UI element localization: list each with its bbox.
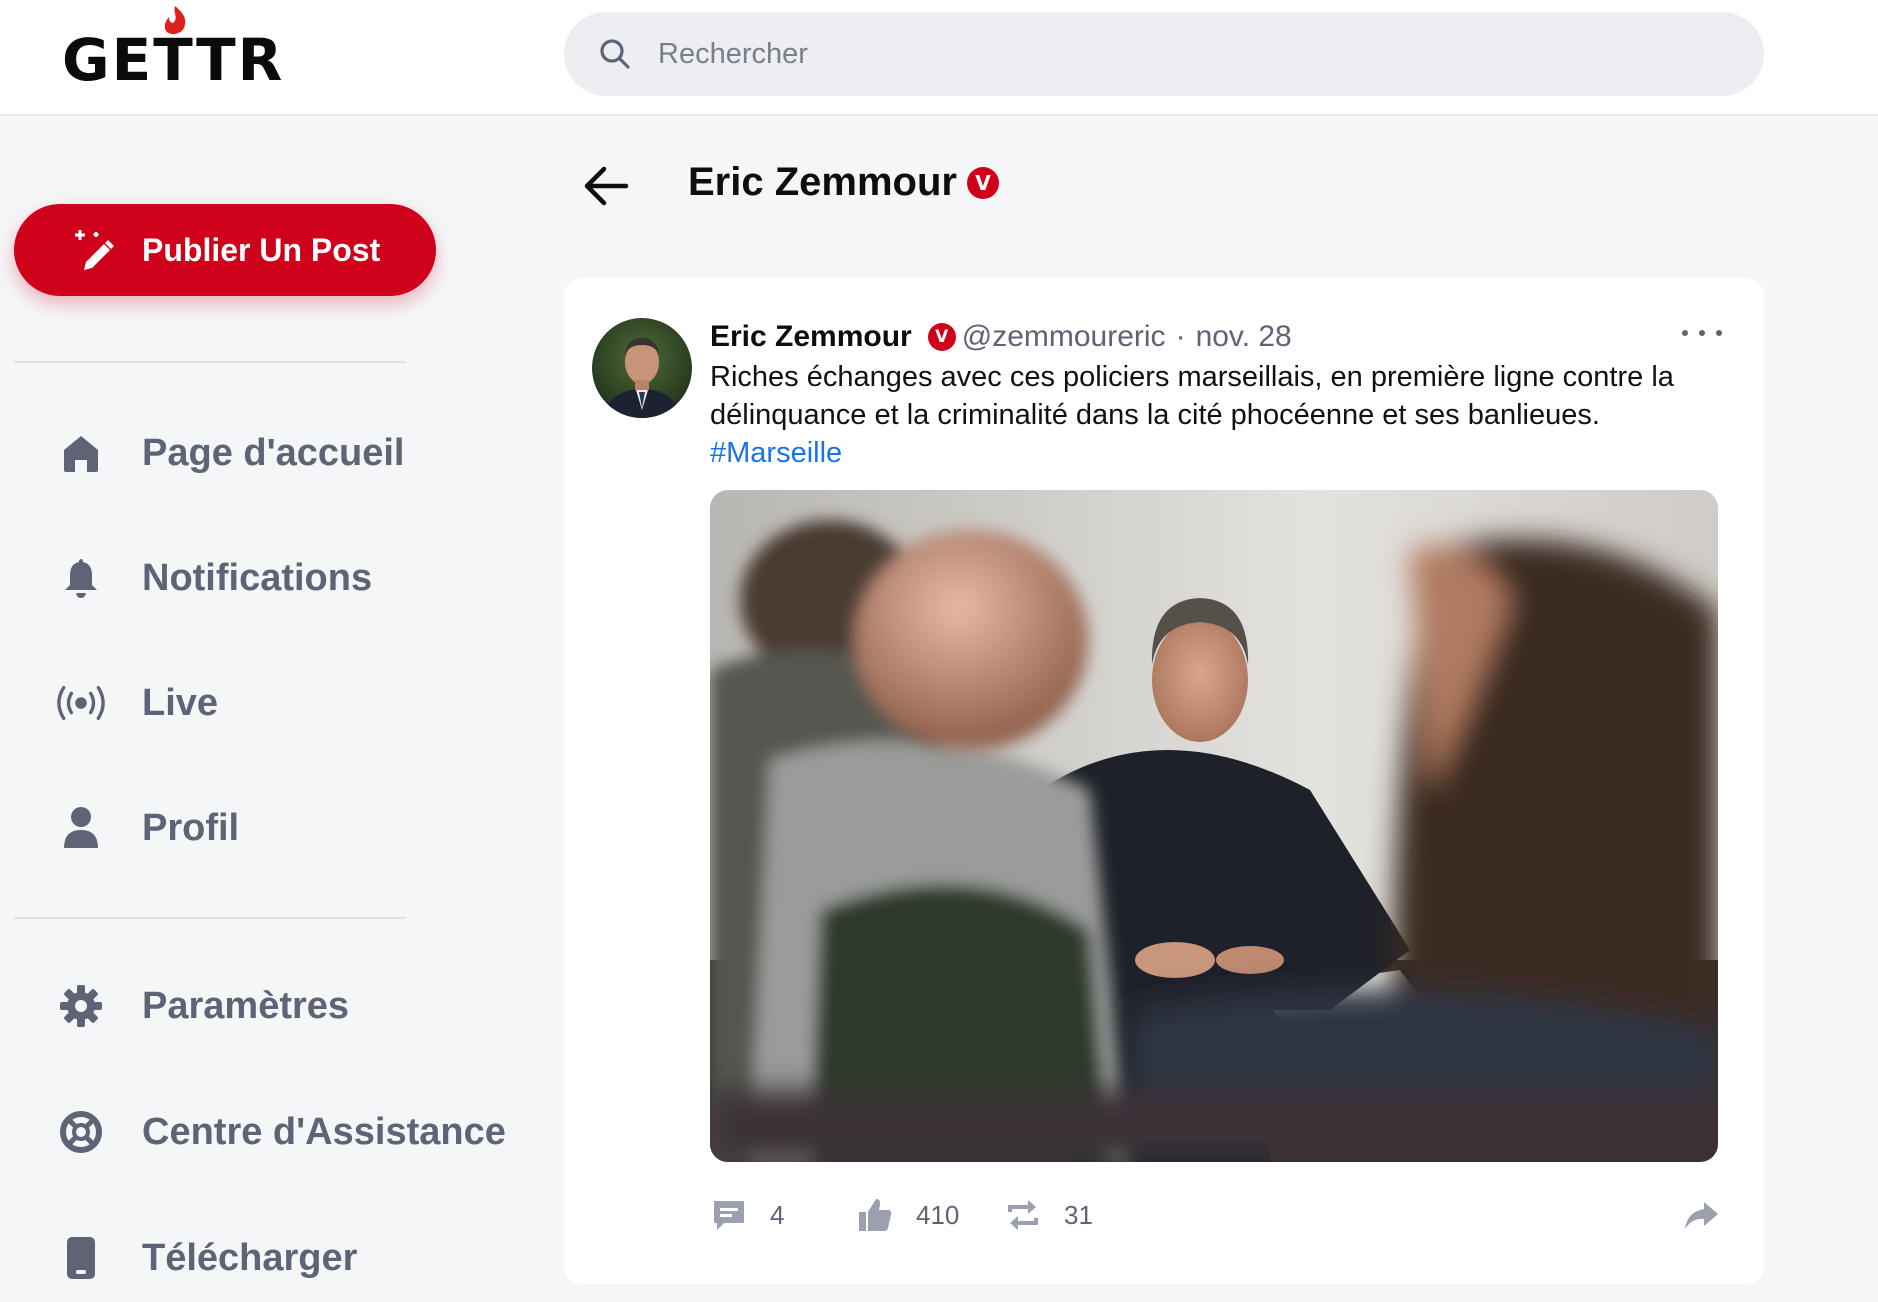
- gettr-logo[interactable]: GETTR: [62, 6, 285, 94]
- bell-icon: [56, 553, 106, 603]
- sidebar-item-live[interactable]: Live: [56, 668, 218, 738]
- search-icon: [600, 39, 630, 69]
- home-icon: [56, 428, 106, 478]
- sidebar-item-help-center[interactable]: Centre d'Assistance: [56, 1097, 506, 1167]
- sidebar-item-label: Centre d'Assistance: [142, 1110, 506, 1153]
- lifebuoy-icon: [56, 1107, 106, 1157]
- post-card[interactable]: Eric Zemmour V @zemmoureric · nov. 28 Ri…: [564, 278, 1764, 1284]
- page-title: Eric Zemmour V: [688, 160, 999, 205]
- sidebar-item-profile[interactable]: Profil: [56, 793, 239, 863]
- repost-button[interactable]: 31: [1004, 1190, 1093, 1240]
- share-icon: [1685, 1202, 1718, 1229]
- back-arrow-icon[interactable]: [582, 164, 630, 208]
- post-image[interactable]: [710, 490, 1718, 1162]
- like-count: 410: [916, 1199, 960, 1230]
- sidebar-item-label: Paramètres: [142, 984, 350, 1027]
- phone-icon: [56, 1233, 106, 1283]
- like-button[interactable]: 410: [856, 1190, 959, 1240]
- gear-icon: [56, 981, 106, 1031]
- comment-count: 4: [770, 1199, 785, 1230]
- share-button[interactable]: [1682, 1190, 1720, 1240]
- sidebar-item-label: Live: [142, 681, 219, 724]
- search-bar[interactable]: [564, 12, 1764, 96]
- logo-text: GETTR: [62, 26, 285, 94]
- sidebar-item-download[interactable]: Télécharger: [56, 1223, 357, 1293]
- sidebar-item-home[interactable]: Page d'accueil: [56, 418, 405, 488]
- post-actions: 4 410 31: [710, 1190, 1722, 1240]
- post-handle[interactable]: @zemmoureric: [962, 320, 1166, 354]
- avatar[interactable]: [592, 318, 692, 418]
- repost-icon: [1008, 1200, 1038, 1230]
- repost-count: 31: [1064, 1199, 1093, 1230]
- post-date[interactable]: nov. 28: [1196, 320, 1292, 354]
- broadcast-icon: [56, 678, 106, 728]
- comment-button[interactable]: 4: [710, 1190, 784, 1240]
- post-header: Eric Zemmour V @zemmoureric · nov. 28: [710, 320, 1292, 354]
- sidebar-item-label: Notifications: [142, 556, 373, 599]
- sidebar-divider: [14, 917, 406, 919]
- sidebar-item-label: Télécharger: [142, 1236, 358, 1279]
- more-options-icon[interactable]: [1682, 326, 1722, 340]
- thumbs-up-icon: [859, 1199, 892, 1231]
- sidebar-divider: [14, 361, 406, 363]
- publish-post-label: Publier Un Post: [142, 231, 381, 268]
- flame-icon: [164, 6, 186, 35]
- post-author[interactable]: Eric Zemmour: [710, 320, 912, 354]
- hashtag-link[interactable]: #Marseille: [710, 434, 842, 472]
- verified-badge-icon: V: [966, 166, 999, 199]
- user-icon: [56, 803, 106, 853]
- sidebar-item-label: Page d'accueil: [142, 431, 405, 474]
- magic-pen-icon: [75, 230, 114, 270]
- sidebar-item-notifications[interactable]: Notifications: [56, 543, 372, 613]
- top-bar: GETTR: [0, 0, 1878, 116]
- sidebar-item-settings[interactable]: Paramètres: [56, 971, 349, 1041]
- profile-name: Eric Zemmour: [688, 160, 957, 204]
- search-input[interactable]: [658, 37, 1658, 71]
- comment-icon: [714, 1201, 744, 1230]
- post-text: Riches échanges avec ces policiers marse…: [710, 361, 1674, 431]
- sidebar-item-label: Profil: [142, 806, 240, 849]
- publish-post-button[interactable]: Publier Un Post: [14, 204, 436, 296]
- post-separator: ·: [1175, 320, 1186, 353]
- verified-badge-icon: V: [927, 323, 956, 351]
